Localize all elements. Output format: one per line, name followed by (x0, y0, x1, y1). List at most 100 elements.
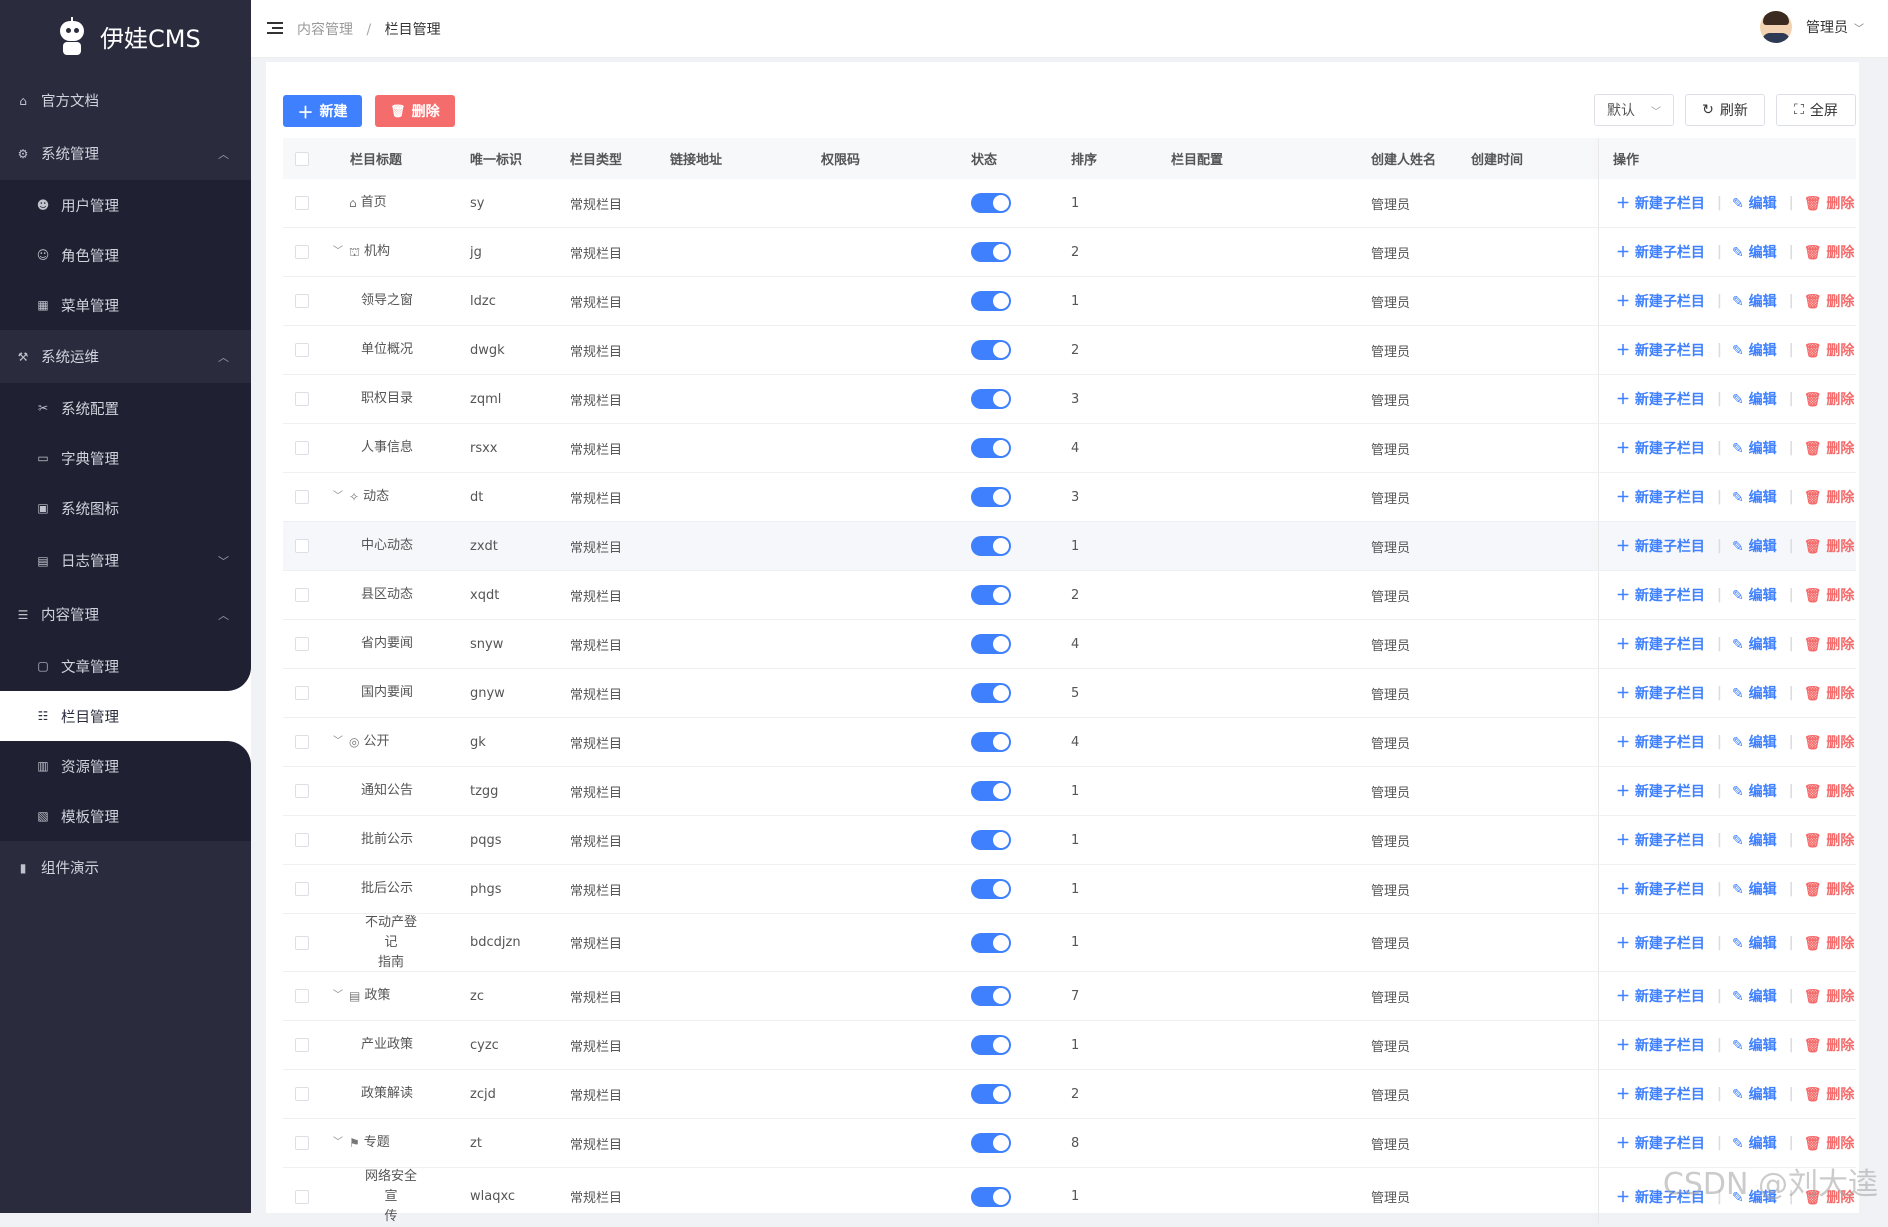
status-switch[interactable] (971, 830, 1011, 850)
row-checkbox[interactable] (295, 490, 309, 504)
row-checkbox[interactable] (295, 882, 309, 896)
edit-button[interactable]: ✎ 编辑 (1732, 438, 1777, 458)
row-checkbox[interactable] (295, 392, 309, 406)
status-switch[interactable] (971, 986, 1011, 1006)
delete-row-button[interactable]: 🗑 删除 (1804, 781, 1855, 801)
add-child-button[interactable]: ＋ 新建子栏目 (1616, 781, 1705, 801)
sidebar-item-resources[interactable]: ▥ 资源管理 (0, 741, 251, 791)
delete-row-button[interactable]: 🗑 删除 (1804, 634, 1855, 654)
edit-button[interactable]: ✎ 编辑 (1732, 986, 1777, 1006)
sidebar-item-columns[interactable]: ☷ 栏目管理 (0, 691, 251, 741)
new-button[interactable]: ＋ 新建 (283, 95, 362, 127)
add-child-button[interactable]: ＋ 新建子栏目 (1616, 634, 1705, 654)
delete-row-button[interactable]: 🗑 删除 (1804, 1084, 1855, 1104)
status-switch[interactable] (971, 1084, 1011, 1104)
row-checkbox[interactable] (295, 343, 309, 357)
expand-chevron-icon[interactable]: ﹀ (333, 487, 345, 507)
add-child-button[interactable]: ＋ 新建子栏目 (1616, 933, 1705, 953)
row-checkbox[interactable] (295, 833, 309, 847)
sidebar-item-docs[interactable]: ⌂ 官方文档 (0, 74, 251, 127)
delete-row-button[interactable]: 🗑 删除 (1804, 585, 1855, 605)
edit-button[interactable]: ✎ 编辑 (1732, 879, 1777, 899)
delete-row-button[interactable]: 🗑 删除 (1804, 879, 1855, 899)
status-switch[interactable] (971, 193, 1011, 213)
add-child-button[interactable]: ＋ 新建子栏目 (1616, 986, 1705, 1006)
edit-button[interactable]: ✎ 编辑 (1732, 634, 1777, 654)
sidebar-item-config[interactable]: ✂ 系统配置 (0, 383, 251, 433)
add-child-button[interactable]: ＋ 新建子栏目 (1616, 1133, 1705, 1153)
delete-row-button[interactable]: 🗑 删除 (1804, 438, 1855, 458)
row-checkbox[interactable] (295, 196, 309, 210)
size-select[interactable]: 默认 ﹀ (1594, 94, 1674, 126)
sidebar-item-logs[interactable]: ▤ 日志管理 ﹀ (0, 533, 251, 588)
add-child-button[interactable]: ＋ 新建子栏目 (1616, 291, 1705, 311)
edit-button[interactable]: ✎ 编辑 (1732, 1133, 1777, 1153)
status-switch[interactable] (971, 1187, 1011, 1207)
add-child-button[interactable]: ＋ 新建子栏目 (1616, 487, 1705, 507)
user-menu[interactable]: 管理员 ﹀ (1760, 11, 1864, 43)
delete-row-button[interactable]: 🗑 删除 (1804, 487, 1855, 507)
row-checkbox[interactable] (295, 1136, 309, 1150)
edit-button[interactable]: ✎ 编辑 (1732, 536, 1777, 556)
sidebar-item-roles[interactable]: ☺ 角色管理 (0, 230, 251, 280)
edit-button[interactable]: ✎ 编辑 (1732, 193, 1777, 213)
status-switch[interactable] (971, 634, 1011, 654)
edit-button[interactable]: ✎ 编辑 (1732, 781, 1777, 801)
expand-chevron-icon[interactable]: ﹀ (333, 242, 345, 262)
status-switch[interactable] (971, 291, 1011, 311)
expand-chevron-icon[interactable]: ﹀ (333, 986, 345, 1006)
add-child-button[interactable]: ＋ 新建子栏目 (1616, 585, 1705, 605)
add-child-button[interactable]: ＋ 新建子栏目 (1616, 389, 1705, 409)
edit-button[interactable]: ✎ 编辑 (1732, 933, 1777, 953)
menu-toggle-icon[interactable] (267, 22, 283, 35)
status-switch[interactable] (971, 487, 1011, 507)
breadcrumb-parent[interactable]: 内容管理 (297, 22, 353, 38)
status-switch[interactable] (971, 389, 1011, 409)
expand-chevron-icon[interactable]: ﹀ (333, 732, 345, 752)
edit-button[interactable]: ✎ 编辑 (1732, 732, 1777, 752)
row-checkbox[interactable] (295, 637, 309, 651)
expand-chevron-icon[interactable]: ﹀ (333, 1133, 345, 1153)
edit-button[interactable]: ✎ 编辑 (1732, 242, 1777, 262)
add-child-button[interactable]: ＋ 新建子栏目 (1616, 732, 1705, 752)
delete-row-button[interactable]: 🗑 删除 (1804, 242, 1855, 262)
status-switch[interactable] (971, 438, 1011, 458)
row-checkbox[interactable] (295, 294, 309, 308)
delete-row-button[interactable]: 🗑 删除 (1804, 986, 1855, 1006)
delete-row-button[interactable]: 🗑 删除 (1804, 193, 1855, 213)
delete-button[interactable]: 🗑 删除 (375, 95, 455, 127)
add-child-button[interactable]: ＋ 新建子栏目 (1616, 1035, 1705, 1055)
edit-button[interactable]: ✎ 编辑 (1732, 830, 1777, 850)
add-child-button[interactable]: ＋ 新建子栏目 (1616, 536, 1705, 556)
row-checkbox[interactable] (295, 936, 309, 950)
sidebar-item-ops[interactable]: ⚒ 系统运维 ︿ (0, 330, 251, 383)
add-child-button[interactable]: ＋ 新建子栏目 (1616, 242, 1705, 262)
add-child-button[interactable]: ＋ 新建子栏目 (1616, 879, 1705, 899)
delete-row-button[interactable]: 🗑 删除 (1804, 933, 1855, 953)
sidebar-item-content[interactable]: ☰ 内容管理 ︿ (0, 588, 251, 641)
delete-row-button[interactable]: 🗑 删除 (1804, 340, 1855, 360)
edit-button[interactable]: ✎ 编辑 (1732, 1035, 1777, 1055)
row-checkbox[interactable] (295, 735, 309, 749)
status-switch[interactable] (971, 732, 1011, 752)
row-checkbox[interactable] (295, 539, 309, 553)
edit-button[interactable]: ✎ 编辑 (1732, 585, 1777, 605)
row-checkbox[interactable] (295, 588, 309, 602)
edit-button[interactable]: ✎ 编辑 (1732, 683, 1777, 703)
edit-button[interactable]: ✎ 编辑 (1732, 487, 1777, 507)
row-checkbox[interactable] (295, 1190, 309, 1204)
row-checkbox[interactable] (295, 245, 309, 259)
status-switch[interactable] (971, 242, 1011, 262)
delete-row-button[interactable]: 🗑 删除 (1804, 1035, 1855, 1055)
sidebar-item-users[interactable]: ☻ 用户管理 (0, 180, 251, 230)
add-child-button[interactable]: ＋ 新建子栏目 (1616, 683, 1705, 703)
edit-button[interactable]: ✎ 编辑 (1732, 1084, 1777, 1104)
status-switch[interactable] (971, 1133, 1011, 1153)
edit-button[interactable]: ✎ 编辑 (1732, 340, 1777, 360)
select-all-checkbox[interactable] (295, 152, 309, 166)
status-switch[interactable] (971, 585, 1011, 605)
row-checkbox[interactable] (295, 784, 309, 798)
row-checkbox[interactable] (295, 989, 309, 1003)
delete-row-button[interactable]: 🗑 删除 (1804, 683, 1855, 703)
row-checkbox[interactable] (295, 686, 309, 700)
